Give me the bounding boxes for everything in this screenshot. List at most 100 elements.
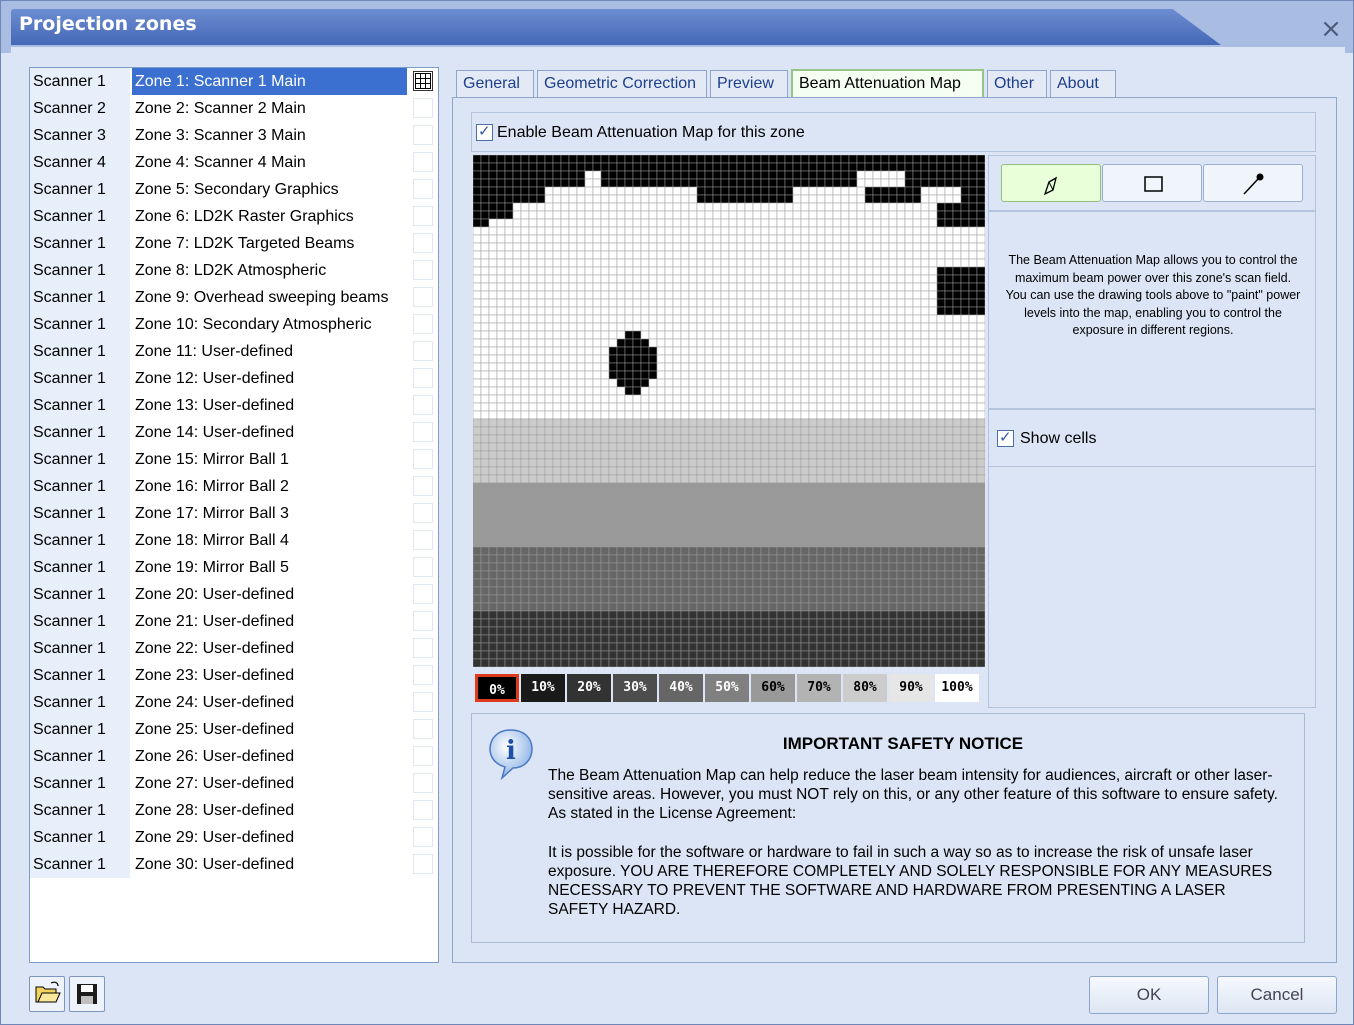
show-cells-checkbox[interactable] [997,428,1014,447]
zone-map-indicator[interactable] [413,449,433,469]
palette-swatch[interactable]: 100% [935,674,979,702]
palette-swatch[interactable]: 10% [521,674,565,702]
zone-row[interactable]: Scanner 1 Zone 21: User-defined [30,608,438,635]
zone-row[interactable]: Scanner 1 Zone 12: User-defined [30,365,438,392]
zone-row[interactable]: Scanner 4 Zone 4: Scanner 4 Main [30,149,438,176]
zone-map-indicator[interactable] [413,98,433,118]
zone-scanner: Scanner 1 [30,203,130,230]
zone-scanner: Scanner 1 [30,608,130,635]
eyedropper-tool-button[interactable] [1203,164,1303,202]
zone-map-indicator[interactable] [413,152,433,172]
zone-row[interactable]: Scanner 1 Zone 23: User-defined [30,662,438,689]
zone-name: Zone 29: User-defined [135,829,295,846]
zone-map-indicator[interactable] [413,665,433,685]
zone-name: Zone 1: Scanner 1 Main [132,68,407,95]
zone-map-indicator[interactable] [413,422,433,442]
zone-row[interactable]: Scanner 1 Zone 28: User-defined [30,797,438,824]
zone-row[interactable]: Scanner 1 Zone 17: Mirror Ball 3 [30,500,438,527]
zone-row[interactable]: Scanner 1 Zone 29: User-defined [30,824,438,851]
zone-map-indicator[interactable] [413,719,433,739]
zone-row[interactable]: Scanner 2 Zone 2: Scanner 2 Main [30,95,438,122]
close-icon[interactable]: × [1317,15,1345,43]
zone-map-indicator[interactable] [413,71,433,91]
zone-map-indicator[interactable] [413,206,433,226]
zone-row[interactable]: Scanner 1 Zone 20: User-defined [30,581,438,608]
zone-map-indicator[interactable] [413,827,433,847]
palette-swatch[interactable]: 50% [705,674,749,702]
zone-name: Zone 25: User-defined [135,721,295,738]
pencil-tool-button[interactable] [1001,164,1101,202]
zone-row[interactable]: Scanner 1 Zone 15: Mirror Ball 1 [30,446,438,473]
open-button[interactable] [29,976,65,1012]
palette-swatch[interactable]: 60% [751,674,795,702]
zone-row[interactable]: Scanner 1 Zone 24: User-defined [30,689,438,716]
zone-map-indicator[interactable] [413,476,433,496]
tab-preview[interactable]: Preview [710,70,788,97]
zone-name: Zone 11: User-defined [135,343,294,360]
palette-swatch[interactable]: 30% [613,674,657,702]
zone-row[interactable]: Scanner 1 Zone 13: User-defined [30,392,438,419]
tab-geometric-correction[interactable]: Geometric Correction [537,70,707,97]
enable-map-label[interactable]: Enable Beam Attenuation Map for this zon… [497,124,805,142]
palette-swatch[interactable]: 40% [659,674,703,702]
zone-map-indicator[interactable] [413,368,433,388]
tab-general[interactable]: General [456,70,534,97]
enable-map-checkbox[interactable] [476,122,493,141]
zone-map-indicator[interactable] [413,395,433,415]
zone-row[interactable]: Scanner 3 Zone 3: Scanner 3 Main [30,122,438,149]
palette-swatch[interactable]: 70% [797,674,841,702]
zone-name: Zone 6: LD2K Raster Graphics [135,208,354,225]
tab-beam-attenuation-map[interactable]: Beam Attenuation Map [791,69,984,99]
zone-row[interactable]: Scanner 1 Zone 25: User-defined [30,716,438,743]
zone-row[interactable]: Scanner 1 Zone 26: User-defined [30,743,438,770]
zone-map-indicator[interactable] [413,260,433,280]
zone-row[interactable]: Scanner 1 Zone 11: User-defined [30,338,438,365]
palette-swatch[interactable]: 20% [567,674,611,702]
zone-row[interactable]: Scanner 1 Zone 18: Mirror Ball 4 [30,527,438,554]
zone-map-indicator[interactable] [413,314,433,334]
palette-swatch[interactable]: 90% [889,674,933,702]
zone-map-indicator[interactable] [413,341,433,361]
zone-row[interactable]: Scanner 1 Zone 22: User-defined [30,635,438,662]
zone-row[interactable]: Scanner 1 Zone 16: Mirror Ball 2 [30,473,438,500]
zone-map-indicator[interactable] [413,800,433,820]
zone-row[interactable]: Scanner 1 Zone 19: Mirror Ball 5 [30,554,438,581]
zone-map-indicator[interactable] [413,746,433,766]
zone-map-indicator[interactable] [413,503,433,523]
zone-map-indicator[interactable] [413,287,433,307]
ok-button[interactable]: OK [1089,976,1209,1014]
zone-scanner: Scanner 1 [30,797,130,824]
zone-row[interactable]: Scanner 1 Zone 6: LD2K Raster Graphics [30,203,438,230]
zone-map-indicator[interactable] [413,179,433,199]
zone-map-indicator[interactable] [413,638,433,658]
zone-row[interactable]: Scanner 1 Zone 5: Secondary Graphics [30,176,438,203]
zone-row[interactable]: Scanner 1 Zone 9: Overhead sweeping beams [30,284,438,311]
zone-row[interactable]: Scanner 1 Zone 8: LD2K Atmospheric [30,257,438,284]
cancel-button[interactable]: Cancel [1217,976,1337,1014]
zone-map-indicator[interactable] [413,611,433,631]
zone-row[interactable]: Scanner 1 Zone 7: LD2K Targeted Beams [30,230,438,257]
zone-map-indicator[interactable] [413,692,433,712]
palette-swatch[interactable]: 80% [843,674,887,702]
save-button[interactable] [69,976,105,1012]
tab-other[interactable]: Other [987,70,1047,97]
zone-row[interactable]: Scanner 1 Zone 30: User-defined [30,851,438,878]
attenuation-map-grid[interactable] [473,155,985,667]
zone-row[interactable]: Scanner 1 Zone 14: User-defined [30,419,438,446]
zone-map-indicator[interactable] [413,125,433,145]
zone-map-indicator[interactable] [413,854,433,874]
zone-map-indicator[interactable] [413,557,433,577]
tab-about[interactable]: About [1050,70,1116,97]
show-cells-label[interactable]: Show cells [1020,430,1096,448]
zone-row[interactable]: Scanner 1 Zone 1: Scanner 1 Main [30,68,438,95]
zone-map-indicator[interactable] [413,773,433,793]
zone-map-indicator[interactable] [413,530,433,550]
zone-map-indicator[interactable] [413,233,433,253]
rectangle-tool-button[interactable] [1102,164,1202,202]
zone-row[interactable]: Scanner 1 Zone 10: Secondary Atmospheric [30,311,438,338]
zone-row[interactable]: Scanner 1 Zone 27: User-defined [30,770,438,797]
zone-map-indicator[interactable] [413,584,433,604]
zone-list[interactable]: Scanner 1 Zone 1: Scanner 1 Main Scanner 2… [29,67,439,963]
palette-swatch[interactable]: 0% [475,674,519,702]
window-title: Projection zones [19,13,197,35]
